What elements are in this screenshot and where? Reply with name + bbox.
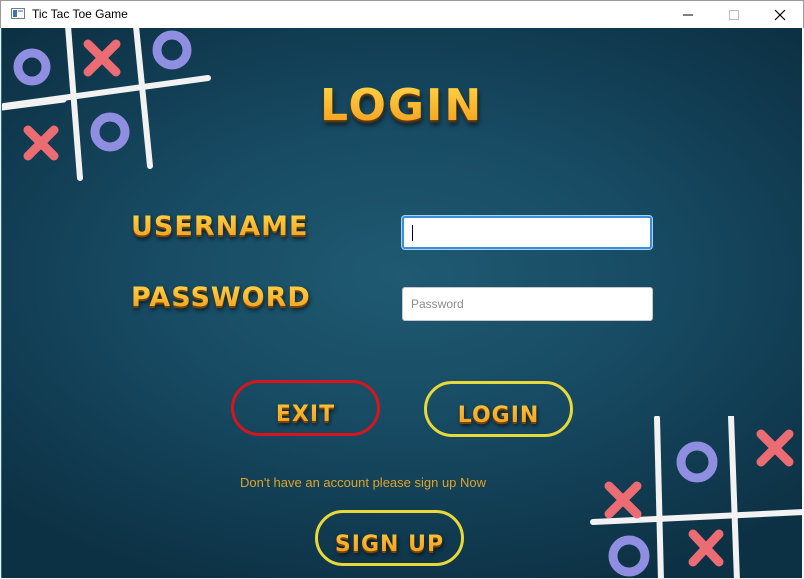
username-label: USERNAME	[131, 211, 309, 242]
password-label: PASSWORD	[131, 282, 311, 313]
signup-button-label: SIGN UP	[318, 520, 461, 557]
exit-button-label: EXIT	[234, 390, 377, 427]
close-button[interactable]	[757, 1, 803, 29]
exit-button[interactable]: EXIT	[231, 380, 380, 436]
tic-tac-toe-board-icon-top-left	[2, 28, 211, 181]
login-title: LOGIN	[320, 80, 484, 131]
maximize-icon	[729, 10, 739, 20]
login-screen: LOGIN USERNAME PASSWORD EXIT LOGIN Don't…	[1, 28, 804, 578]
signup-button[interactable]: SIGN UP	[315, 510, 464, 566]
window-title: Tic Tac Toe Game	[32, 7, 128, 21]
window-app-icon	[11, 8, 25, 19]
minimize-icon	[683, 14, 693, 16]
signup-hint: Don't have an account please sign up Now	[240, 475, 487, 490]
password-input[interactable]	[402, 287, 653, 321]
window-title-bar: Tic Tac Toe Game	[0, 0, 804, 28]
close-icon	[774, 9, 786, 21]
login-button[interactable]: LOGIN	[424, 381, 573, 437]
username-input[interactable]	[402, 216, 652, 249]
login-button-label: LOGIN	[427, 391, 570, 428]
text-caret	[412, 225, 413, 241]
minimize-button[interactable]	[665, 1, 711, 29]
tic-tac-toe-board-icon-bottom-right	[590, 416, 804, 578]
maximize-button[interactable]	[711, 1, 757, 29]
